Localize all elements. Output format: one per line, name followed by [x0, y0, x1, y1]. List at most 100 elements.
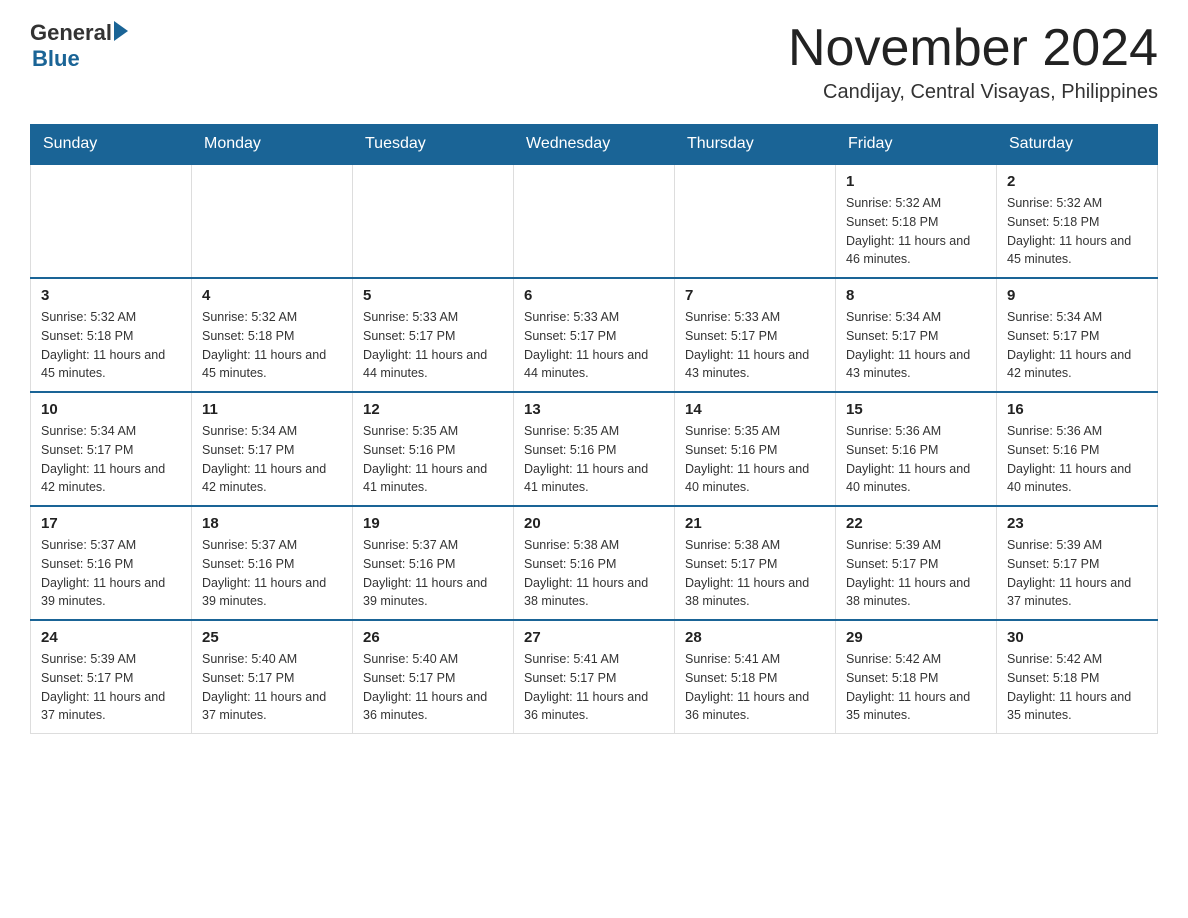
day-number: 22	[846, 515, 986, 532]
calendar-cell: 29Sunrise: 5:42 AMSunset: 5:18 PMDayligh…	[836, 620, 997, 734]
calendar-cell: 25 Sunrise: 5:40 AMSunset: 5:17 PMDayligh…	[192, 620, 353, 734]
day-number: 2	[1007, 173, 1147, 190]
calendar-cell: 16 Sunrise: 5:36 AMSunset: 5:16 PMDayligh…	[997, 392, 1158, 506]
day-info: Sunrise: 5:34 AMSunset: 5:17 PMDaylight:…	[1007, 308, 1147, 383]
calendar-cell: 7 Sunrise: 5:33 AMSunset: 5:17 PMDaylight…	[675, 278, 836, 392]
calendar-cell: 18Sunrise: 5:37 AMSunset: 5:16 PMDayligh…	[192, 506, 353, 620]
weekday-header-sunday: Sunday	[31, 125, 192, 165]
calendar-table: SundayMondayTuesdayWednesdayThursdayFrid…	[30, 124, 1158, 734]
day-info: Sunrise: 5:32 AMSunset: 5:18 PMDaylight:…	[41, 308, 181, 383]
day-number: 10	[41, 401, 181, 418]
calendar-cell: 3 Sunrise: 5:32 AMSunset: 5:18 PMDaylight…	[31, 278, 192, 392]
day-number: 21	[685, 515, 825, 532]
day-info: Sunrise: 5:32 AMSunset: 5:18 PMDaylight:…	[1007, 194, 1147, 269]
day-info: Sunrise: 5:34 AMSunset: 5:17 PMDaylight:…	[846, 308, 986, 383]
day-info: Sunrise: 5:39 AMSunset: 5:17 PMDaylight:…	[1007, 536, 1147, 611]
calendar-cell	[31, 164, 192, 278]
day-info: Sunrise: 5:32 AMSunset: 5:18 PMDaylight:…	[202, 308, 342, 383]
day-number: 23	[1007, 515, 1147, 532]
calendar-cell: 17 Sunrise: 5:37 AMSunset: 5:16 PMDayligh…	[31, 506, 192, 620]
day-number: 28	[685, 629, 825, 646]
day-number: 29	[846, 629, 986, 646]
day-info: Sunrise: 5:39 AMSunset: 5:17 PMDaylight:…	[41, 650, 181, 725]
calendar-cell: 1 Sunrise: 5:32 AMSunset: 5:18 PMDaylight…	[836, 164, 997, 278]
calendar-cell: 10 Sunrise: 5:34 AMSunset: 5:17 PMDayligh…	[31, 392, 192, 506]
day-number: 30	[1007, 629, 1147, 646]
calendar-cell: 27Sunrise: 5:41 AMSunset: 5:17 PMDayligh…	[514, 620, 675, 734]
day-info: Sunrise: 5:41 AMSunset: 5:17 PMDaylight:…	[524, 650, 664, 725]
day-info: Sunrise: 5:38 AMSunset: 5:16 PMDaylight:…	[524, 536, 664, 611]
day-info: Sunrise: 5:40 AMSunset: 5:17 PMDaylight:…	[202, 650, 342, 725]
day-number: 25	[202, 629, 342, 646]
day-info: Sunrise: 5:34 AMSunset: 5:17 PMDaylight:…	[202, 422, 342, 497]
calendar-cell: 24 Sunrise: 5:39 AMSunset: 5:17 PMDayligh…	[31, 620, 192, 734]
day-number: 8	[846, 287, 986, 304]
day-info: Sunrise: 5:37 AMSunset: 5:16 PMDaylight:…	[363, 536, 503, 611]
day-number: 5	[363, 287, 503, 304]
day-info: Sunrise: 5:36 AMSunset: 5:16 PMDaylight:…	[1007, 422, 1147, 497]
calendar-week-row: 3 Sunrise: 5:32 AMSunset: 5:18 PMDaylight…	[31, 278, 1158, 392]
calendar-cell	[514, 164, 675, 278]
day-number: 20	[524, 515, 664, 532]
day-number: 13	[524, 401, 664, 418]
calendar-cell: 8 Sunrise: 5:34 AMSunset: 5:17 PMDaylight…	[836, 278, 997, 392]
day-number: 1	[846, 173, 986, 190]
day-info: Sunrise: 5:35 AMSunset: 5:16 PMDaylight:…	[363, 422, 503, 497]
day-number: 16	[1007, 401, 1147, 418]
calendar-cell	[675, 164, 836, 278]
day-number: 12	[363, 401, 503, 418]
title-section: November 2024 Candijay, Central Visayas,…	[788, 20, 1158, 104]
day-number: 7	[685, 287, 825, 304]
logo-blue-text: Blue	[32, 46, 80, 72]
logo-general-text: General	[30, 20, 112, 46]
calendar-week-row: 10 Sunrise: 5:34 AMSunset: 5:17 PMDayligh…	[31, 392, 1158, 506]
day-info: Sunrise: 5:33 AMSunset: 5:17 PMDaylight:…	[685, 308, 825, 383]
calendar-cell: 9Sunrise: 5:34 AMSunset: 5:17 PMDaylight…	[997, 278, 1158, 392]
day-info: Sunrise: 5:33 AMSunset: 5:17 PMDaylight:…	[524, 308, 664, 383]
day-info: Sunrise: 5:42 AMSunset: 5:18 PMDaylight:…	[1007, 650, 1147, 725]
day-info: Sunrise: 5:34 AMSunset: 5:17 PMDaylight:…	[41, 422, 181, 497]
logo-arrow-icon	[114, 21, 128, 41]
day-info: Sunrise: 5:35 AMSunset: 5:16 PMDaylight:…	[685, 422, 825, 497]
day-number: 24	[41, 629, 181, 646]
calendar-cell: 13 Sunrise: 5:35 AMSunset: 5:16 PMDayligh…	[514, 392, 675, 506]
day-info: Sunrise: 5:37 AMSunset: 5:16 PMDaylight:…	[202, 536, 342, 611]
day-number: 19	[363, 515, 503, 532]
calendar-cell: 5 Sunrise: 5:33 AMSunset: 5:17 PMDaylight…	[353, 278, 514, 392]
calendar-week-row: 1 Sunrise: 5:32 AMSunset: 5:18 PMDaylight…	[31, 164, 1158, 278]
day-info: Sunrise: 5:33 AMSunset: 5:17 PMDaylight:…	[363, 308, 503, 383]
weekday-header-wednesday: Wednesday	[514, 125, 675, 165]
day-info: Sunrise: 5:40 AMSunset: 5:17 PMDaylight:…	[363, 650, 503, 725]
day-info: Sunrise: 5:36 AMSunset: 5:16 PMDaylight:…	[846, 422, 986, 497]
calendar-cell: 14 Sunrise: 5:35 AMSunset: 5:16 PMDayligh…	[675, 392, 836, 506]
calendar-cell	[192, 164, 353, 278]
calendar-cell: 4 Sunrise: 5:32 AMSunset: 5:18 PMDaylight…	[192, 278, 353, 392]
calendar-week-row: 17 Sunrise: 5:37 AMSunset: 5:16 PMDayligh…	[31, 506, 1158, 620]
day-info: Sunrise: 5:37 AMSunset: 5:16 PMDaylight:…	[41, 536, 181, 611]
day-info: Sunrise: 5:41 AMSunset: 5:18 PMDaylight:…	[685, 650, 825, 725]
day-info: Sunrise: 5:32 AMSunset: 5:18 PMDaylight:…	[846, 194, 986, 269]
calendar-cell: 11Sunrise: 5:34 AMSunset: 5:17 PMDayligh…	[192, 392, 353, 506]
day-number: 14	[685, 401, 825, 418]
day-number: 15	[846, 401, 986, 418]
calendar-cell: 15 Sunrise: 5:36 AMSunset: 5:16 PMDayligh…	[836, 392, 997, 506]
logo: General Blue	[30, 20, 128, 72]
day-number: 17	[41, 515, 181, 532]
calendar-cell: 20 Sunrise: 5:38 AMSunset: 5:16 PMDayligh…	[514, 506, 675, 620]
day-number: 4	[202, 287, 342, 304]
weekday-header-thursday: Thursday	[675, 125, 836, 165]
calendar-cell: 6 Sunrise: 5:33 AMSunset: 5:17 PMDaylight…	[514, 278, 675, 392]
day-number: 3	[41, 287, 181, 304]
day-info: Sunrise: 5:35 AMSunset: 5:16 PMDaylight:…	[524, 422, 664, 497]
day-number: 6	[524, 287, 664, 304]
day-info: Sunrise: 5:39 AMSunset: 5:17 PMDaylight:…	[846, 536, 986, 611]
calendar-week-row: 24 Sunrise: 5:39 AMSunset: 5:17 PMDayligh…	[31, 620, 1158, 734]
calendar-cell: 22 Sunrise: 5:39 AMSunset: 5:17 PMDayligh…	[836, 506, 997, 620]
calendar-cell: 26 Sunrise: 5:40 AMSunset: 5:17 PMDayligh…	[353, 620, 514, 734]
page-header: General Blue November 2024 Candijay, Cen…	[30, 20, 1158, 104]
calendar-cell: 28 Sunrise: 5:41 AMSunset: 5:18 PMDayligh…	[675, 620, 836, 734]
weekday-header-monday: Monday	[192, 125, 353, 165]
day-number: 26	[363, 629, 503, 646]
calendar-cell: 12 Sunrise: 5:35 AMSunset: 5:16 PMDayligh…	[353, 392, 514, 506]
weekday-header-saturday: Saturday	[997, 125, 1158, 165]
